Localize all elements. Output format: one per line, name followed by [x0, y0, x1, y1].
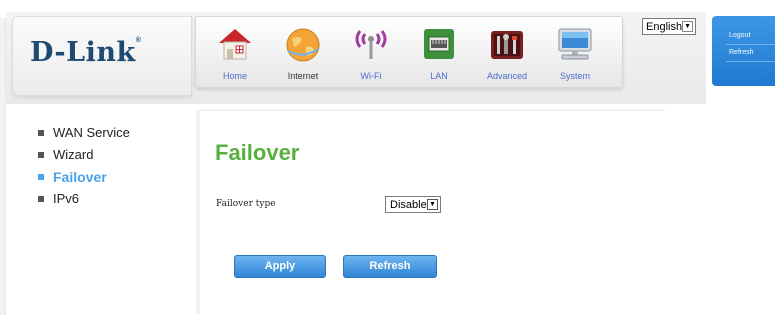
logout-link[interactable]: Logout: [729, 32, 750, 39]
lan-icon: [424, 29, 454, 59]
refresh-link[interactable]: Refresh: [729, 49, 754, 56]
language-select[interactable]: English ▼: [642, 18, 696, 35]
side-divider: [726, 61, 775, 62]
menu-item-ipv6[interactable]: IPv6: [38, 192, 130, 214]
left-menu: WAN Service Wizard Failover IPv6: [38, 126, 130, 214]
nav-internet-label: Internet: [287, 71, 319, 81]
nav-wifi[interactable]: Wi-Fi: [338, 17, 404, 89]
nav-advanced[interactable]: Advanced: [474, 17, 540, 89]
chevron-down-icon: ▼: [682, 21, 693, 32]
failover-type-value: Disable: [390, 198, 427, 211]
page-title: Failover: [215, 140, 300, 165]
nav-system[interactable]: System: [542, 17, 608, 89]
dlink-logo: D-Link®: [30, 37, 141, 68]
nav-home-label: Home: [222, 71, 247, 81]
bullet-icon: [38, 196, 44, 202]
menu-item-label: Failover: [53, 169, 107, 185]
menu-item-wan-service[interactable]: WAN Service: [38, 126, 130, 148]
nav-internet[interactable]: Internet: [270, 17, 336, 89]
failover-type-select[interactable]: Disable ▼: [385, 196, 441, 213]
main-nav: Home Internet Wi-Fi LAN Advanced System: [195, 16, 623, 88]
side-divider: [726, 44, 775, 45]
bullet-icon: [38, 174, 44, 180]
language-selected: English: [646, 20, 683, 33]
nav-lan-label: LAN: [430, 71, 448, 81]
nav-wifi-label: Wi-Fi: [360, 71, 382, 81]
router-admin-page: D-Link® Home Internet Wi-Fi LAN Advanced…: [0, 0, 775, 315]
globe-icon: [286, 28, 320, 62]
nav-system-label: System: [559, 71, 590, 81]
bullet-icon: [38, 152, 44, 158]
tools-icon: [491, 31, 523, 59]
brand-mark: ®: [135, 37, 142, 44]
bullet-icon: [38, 130, 44, 136]
refresh-button[interactable]: Refresh: [343, 255, 437, 278]
home-icon: [219, 29, 251, 60]
nav-home[interactable]: Home: [202, 17, 268, 89]
menu-item-label: Wizard: [53, 147, 94, 162]
nav-advanced-label: Advanced: [486, 71, 528, 81]
brand-name: D-Link: [30, 37, 136, 68]
apply-button[interactable]: Apply: [234, 255, 326, 278]
wifi-icon: [355, 30, 387, 59]
menu-item-failover[interactable]: Failover: [38, 170, 130, 192]
menu-item-wizard[interactable]: Wizard: [38, 148, 130, 170]
menu-item-label: WAN Service: [53, 125, 130, 140]
nav-lan[interactable]: LAN: [406, 17, 472, 89]
failover-type-label: Failover type: [216, 199, 276, 209]
menu-item-label: IPv6: [53, 191, 80, 206]
side-links-panel: Logout Refresh: [712, 16, 775, 86]
chevron-down-icon: ▼: [427, 199, 438, 210]
computer-icon: [558, 28, 592, 60]
